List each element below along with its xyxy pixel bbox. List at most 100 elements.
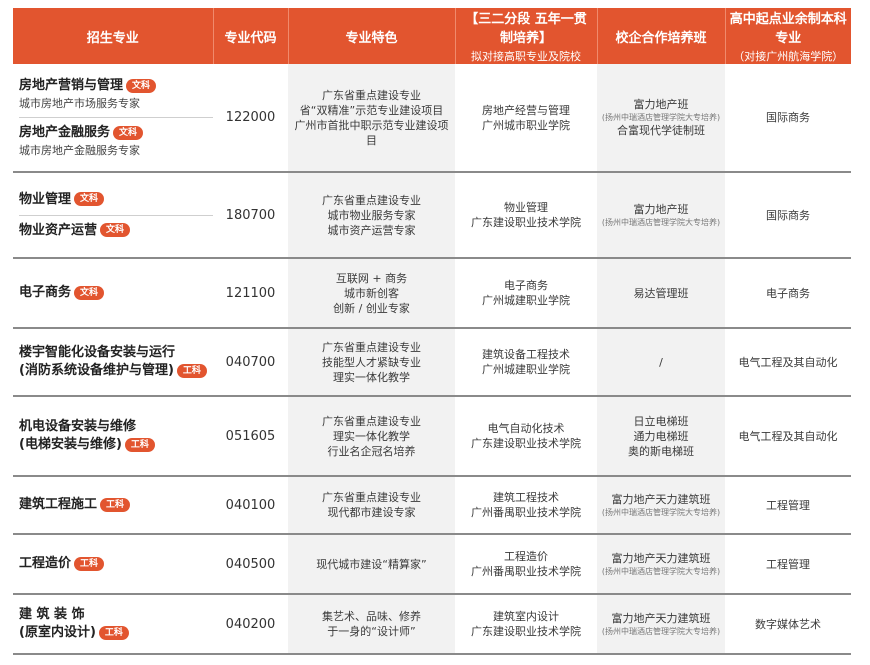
major-code: 121100 (213, 258, 288, 329)
coop-line: 合富现代学徒制班 (617, 124, 705, 137)
major-subtitle: 城市房地产市场服务专家 (19, 97, 140, 110)
subject-tag: 工科 (100, 497, 131, 512)
major-item: 物业资产运营 文科 (19, 214, 213, 246)
major-item: 物业管理 文科 (19, 185, 213, 215)
coop-line: 奥的斯电梯班 (628, 444, 694, 458)
feature-line: 广州市首批中职示范专业建设项目 (294, 118, 449, 147)
table-row: 物业管理 文科 物业资产运营 文科 180700 广东省重点建设专业 城市物业服务专家 城市资… (13, 172, 851, 259)
feature-line: 城市新创客 (344, 286, 399, 300)
college-cell: 建筑室内设计 广东建设职业技术学院 (455, 594, 597, 655)
major-cell: 楼宇智能化设备安装与运行 (消防系统设备维护与管理) 工科 (13, 328, 213, 397)
feature-line: 广东省重点建设专业 (322, 88, 421, 102)
college-line: 工程造价 (504, 550, 548, 563)
subject-tag: 工科 (124, 437, 155, 452)
coop-line: 富力地产天力建筑班 (611, 552, 711, 565)
coop-note: (扬州中瑞酒店管理学院大专培养) (601, 627, 721, 636)
feature-line: 集艺术、品味、修养 (322, 610, 421, 623)
subject-tag: 文科 (74, 192, 105, 206)
admissions-table: 招生专业 专业代码 专业特色 【三二分段 五年一贯制培养】 拟对接高职专业及院校… (13, 8, 851, 655)
major-name-line: 电子商务 (19, 285, 72, 300)
feature-cell: 互联网 + 商务 城市新创客 创新 / 创业专家 (288, 258, 455, 329)
feature-line: 省“双精准”示范专业建设项目 (299, 103, 444, 117)
bachelor-cell: 电气工程及其自动化 (725, 396, 851, 477)
major-name: 房地产营销与管理 文科 (19, 77, 213, 95)
feature-cell: 广东省重点建设专业 现代都市建设专家 (288, 476, 455, 535)
coop-line: / (659, 355, 663, 369)
major-code: 040200 (213, 594, 288, 655)
college-line: 电子商务 (504, 279, 548, 292)
subject-tag: 文科 (113, 125, 144, 140)
major-item: 机电设备安装与维修 (电梯安装与维修) 工科 (19, 412, 213, 460)
coop-line: 易达管理班 (633, 286, 689, 300)
coop-line: 富力地产班 (633, 203, 689, 216)
feature-line: 现代都市建设专家 (327, 506, 416, 519)
header-ben-subtitle: （对接广州航海学院） (733, 50, 844, 63)
college-line: 电气自动化技术 (487, 422, 565, 435)
major-name: 建 筑 装 饰 (原室内设计) 工科 (19, 606, 213, 642)
major-cell: 房地产营销与管理 文科 城市房地产市场服务专家 房地产金融服务 文科 城市房地产金融服务专… (13, 64, 213, 173)
coop-note: (扬州中瑞酒店管理学院大专培养) (601, 508, 721, 517)
college-cell: 电子商务 广州城建职业学院 (455, 258, 597, 329)
feature-line: 广东省重点建设专业 (322, 340, 421, 354)
major-name: 工程造价 工科 (19, 555, 213, 573)
coop-cell: 富力地产班 (扬州中瑞酒店管理学院大专培养) 合富现代学徒制班 (597, 64, 725, 173)
table-row: 房地产营销与管理 文科 城市房地产市场服务专家 房地产金融服务 文科 城市房地产金融服务专… (13, 64, 851, 173)
major-name: 电子商务 文科 (19, 284, 213, 302)
coop-line: 富力地产天力建筑班 (611, 612, 711, 625)
major-name: 楼宇智能化设备安装与运行 (消防系统设备维护与管理) 工科 (19, 344, 213, 380)
table-header-row: 招生专业 专业代码 专业特色 【三二分段 五年一贯制培养】 拟对接高职专业及院校… (13, 8, 851, 64)
major-name-line: (消防系统设备维护与管理) (19, 363, 174, 378)
header-major: 招生专业 (13, 8, 213, 64)
major-code: 051605 (213, 396, 288, 477)
college-line: 广州城市职业学院 (482, 118, 570, 132)
college-line: 广州番禺职业技术学院 (471, 565, 581, 578)
major-item: 楼宇智能化设备安装与运行 (消防系统设备维护与管理) 工科 (19, 338, 213, 386)
coop-cell: 易达管理班 (597, 258, 725, 329)
feature-line: 理实一体化教学 (333, 429, 410, 443)
college-line: 广州城建职业学院 (482, 363, 570, 376)
major-name-line: 房地产营销与管理 (19, 78, 124, 93)
college-line: 建筑工程技术 (493, 491, 559, 504)
major-name: 机电设备安装与维修 (电梯安装与维修) 工科 (19, 418, 213, 454)
college-line: 物业管理 (504, 201, 548, 214)
major-cell: 建筑工程施工 工科 (13, 476, 213, 535)
subject-tag: 文科 (126, 78, 157, 93)
bachelor-cell: 国际商务 (725, 172, 851, 259)
subject-tag: 工科 (74, 556, 105, 571)
major-name-line: (电梯安装与维修) (19, 437, 122, 452)
college-cell: 工程造价广州番禺职业技术学院 (455, 534, 597, 595)
college-cell: 建筑工程技术 广州番禺职业技术学院 (455, 476, 597, 535)
coop-note: (扬州中瑞酒店管理学院大专培养) (601, 567, 721, 576)
coop-line: 日立电梯班 (633, 414, 689, 428)
feature-cell: 广东省重点建设专业 城市物业服务专家 城市资产运营专家 (288, 172, 455, 259)
admissions-table-wrapper: 招生专业 专业代码 专业特色 【三二分段 五年一贯制培养】 拟对接高职专业及院校… (13, 8, 851, 655)
feature-cell: 集艺术、品味、修养 于一身的“设计师” (288, 594, 455, 655)
major-name-line: 建 筑 装 饰 (19, 607, 85, 622)
coop-line: 富力地产天力建筑班 (611, 493, 711, 506)
coop-cell: 富力地产班 (扬州中瑞酒店管理学院大专培养) (597, 172, 725, 259)
college-line: 广东建设职业技术学院 (471, 625, 581, 638)
major-name-line: 机电设备安装与维修 (19, 419, 137, 434)
subject-tag: 文科 (74, 285, 105, 300)
table-row: 建 筑 装 饰 (原室内设计) 工科 040200 集艺术、品味、修养 于一身的“设计师”… (13, 594, 851, 655)
major-code: 040100 (213, 476, 288, 535)
feature-cell: 广东省重点建设专业 理实一体化教学 行业名企冠名培养 (288, 396, 455, 477)
coop-cell: 日立电梯班 通力电梯班 奥的斯电梯班 (597, 396, 725, 477)
header-coop: 校企合作培养班 (596, 8, 725, 64)
coop-line: 通力电梯班 (633, 429, 689, 443)
major-code: 040500 (213, 534, 288, 595)
subject-tag: 工科 (176, 363, 207, 378)
bachelor-cell: 工程管理 (725, 534, 851, 595)
subject-tag: 工科 (98, 625, 129, 640)
major-name-line: 物业管理 (19, 191, 72, 207)
header-32: 【三二分段 五年一贯制培养】 拟对接高职专业及院校 (454, 8, 597, 64)
major-name-line: 工程造价 (19, 556, 72, 571)
major-cell: 电子商务 文科 (13, 258, 213, 329)
coop-cell: 富力地产天力建筑班 (扬州中瑞酒店管理学院大专培养) (597, 476, 725, 535)
major-code: 122000 (213, 64, 288, 173)
college-cell: 房地产经营与管理 广州城市职业学院 (455, 64, 597, 173)
feature-line: 互联网 + 商务 (335, 271, 408, 285)
major-name-line: 房地产金融服务 (19, 125, 111, 140)
coop-cell: 富力地产天力建筑班 (扬州中瑞酒店管理学院大专培养) (597, 534, 725, 595)
major-item: 建 筑 装 饰 (原室内设计) 工科 (19, 600, 213, 648)
